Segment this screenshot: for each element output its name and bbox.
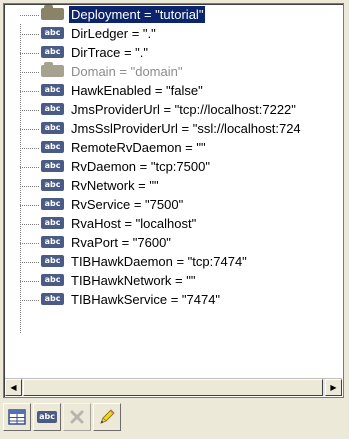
add-string-button[interactable]: abc <box>33 403 61 431</box>
tree-item-label: DirLedger = "." <box>71 26 156 41</box>
tree-item-rvnetwork[interactable]: abc RvNetwork = "" <box>4 176 343 195</box>
folder-icon <box>41 5 64 20</box>
tree-item-label: JmsProviderUrl = "tcp://localhost:7222" <box>71 102 296 117</box>
tree-item-jmssslproviderurl[interactable]: abc JmsSslProviderUrl = "ssl://localhost… <box>4 119 343 138</box>
attribute-tree[interactable]: Deployment = "tutorial" abc DirLedger = … <box>4 4 343 377</box>
delete-icon <box>70 410 84 424</box>
tree-item-label: RvaPort = "7600" <box>71 235 171 250</box>
tree-item-label: RvaHost = "localhost" <box>71 216 197 231</box>
string-attribute-icon: abc <box>41 217 64 229</box>
string-attribute-icon: abc <box>41 84 64 96</box>
tree-toolbar: abc <box>3 403 121 433</box>
tree-item-tibhawkdaemon[interactable]: abc TIBHawkDaemon = "tcp:7474" <box>4 252 343 271</box>
string-attribute-icon: abc <box>41 27 64 39</box>
pencil-icon <box>100 409 115 424</box>
tree-root-node[interactable]: Deployment = "tutorial" <box>4 5 343 24</box>
string-attribute-icon: abc <box>41 293 64 305</box>
tree-branch-line <box>20 205 39 206</box>
tree-item-tibhawkservice[interactable]: abc TIBHawkService = "7474" <box>4 290 343 309</box>
tree-item-dirtrace[interactable]: abc DirTrace = "." <box>4 43 343 62</box>
tree-branch-line <box>20 281 39 282</box>
tree-item-dirledger[interactable]: abc DirLedger = "." <box>4 24 343 43</box>
string-attribute-icon: abc <box>41 122 64 134</box>
tree-item-label: RvDaemon = "tcp:7500" <box>71 159 210 174</box>
tree-item-label: DirTrace = "." <box>71 45 149 60</box>
folder-icon <box>41 62 64 77</box>
horizontal-scrollbar[interactable]: ◀ ▶ <box>5 378 342 396</box>
tree-item-domain[interactable]: Domain = "domain" <box>4 62 343 81</box>
scroll-right-button[interactable]: ▶ <box>325 379 342 396</box>
tree-item-tibhawknetwork[interactable]: abc TIBHawkNetwork = "" <box>4 271 343 290</box>
scroll-left-button[interactable]: ◀ <box>5 379 22 396</box>
string-attribute-icon: abc <box>41 141 64 153</box>
tree-item-rvahost[interactable]: abc RvaHost = "localhost" <box>4 214 343 233</box>
tree-branch-line <box>20 186 39 187</box>
string-attribute-icon: abc <box>41 103 64 115</box>
tree-branch-line <box>20 167 39 168</box>
attribute-tree-panel: Deployment = "tutorial" abc DirLedger = … <box>3 3 344 398</box>
tree-branch-line <box>20 91 39 92</box>
tree-root-label: Deployment = "tutorial" <box>69 6 206 23</box>
tree-item-label: TIBHawkNetwork = "" <box>71 273 196 288</box>
edit-button[interactable] <box>93 403 121 431</box>
tree-item-hawkenabled[interactable]: abc HawkEnabled = "false" <box>4 81 343 100</box>
tree-branch-line <box>20 243 39 244</box>
string-attribute-icon: abc <box>41 236 64 248</box>
arrow-right-icon: ▶ <box>330 383 337 392</box>
tree-branch-line <box>20 110 39 111</box>
tree-item-label: RvService = "7500" <box>71 197 184 212</box>
tree-item-label: TIBHawkDaemon = "tcp:7474" <box>71 254 247 269</box>
string-attribute-icon: abc <box>41 179 64 191</box>
table-icon <box>8 409 26 425</box>
tree-branch-line <box>20 262 39 263</box>
string-attribute-icon: abc <box>41 46 64 58</box>
tree-branch-line <box>20 34 39 35</box>
arrow-left-icon: ◀ <box>10 383 17 392</box>
tree-branch-line <box>20 129 39 130</box>
string-attribute-icon: abc <box>41 255 64 267</box>
add-table-button[interactable] <box>3 403 31 431</box>
scrollbar-thumb[interactable] <box>23 379 323 396</box>
tree-item-label: TIBHawkService = "7474" <box>71 292 221 307</box>
tree-branch-line <box>20 224 39 225</box>
tree-item-rvaport[interactable]: abc RvaPort = "7600" <box>4 233 343 252</box>
tree-branch-line <box>20 72 39 73</box>
string-attribute-icon: abc <box>41 198 64 210</box>
tree-branch-line <box>20 148 39 149</box>
tree-item-label: Domain = "domain" <box>71 64 183 79</box>
tree-item-label: HawkEnabled = "false" <box>71 83 203 98</box>
string-attribute-icon: abc <box>41 160 64 172</box>
tree-branch-line <box>20 15 39 16</box>
string-attribute-icon: abc <box>41 274 64 286</box>
tree-item-rvservice[interactable]: abc RvService = "7500" <box>4 195 343 214</box>
tree-item-jmsproviderurl[interactable]: abc JmsProviderUrl = "tcp://localhost:72… <box>4 100 343 119</box>
tree-item-remotervdaemon[interactable]: abc RemoteRvDaemon = "" <box>4 138 343 157</box>
tree-item-label: JmsSslProviderUrl = "ssl://localhost:724 <box>71 121 301 136</box>
tree-item-rvdaemon[interactable]: abc RvDaemon = "tcp:7500" <box>4 157 343 176</box>
tree-item-label: RemoteRvDaemon = "" <box>71 140 206 155</box>
tree-item-label: RvNetwork = "" <box>71 178 159 193</box>
string-attribute-icon: abc <box>37 411 57 423</box>
delete-button[interactable] <box>63 403 91 431</box>
tree-branch-line <box>20 300 39 301</box>
tree-branch-line <box>20 53 39 54</box>
